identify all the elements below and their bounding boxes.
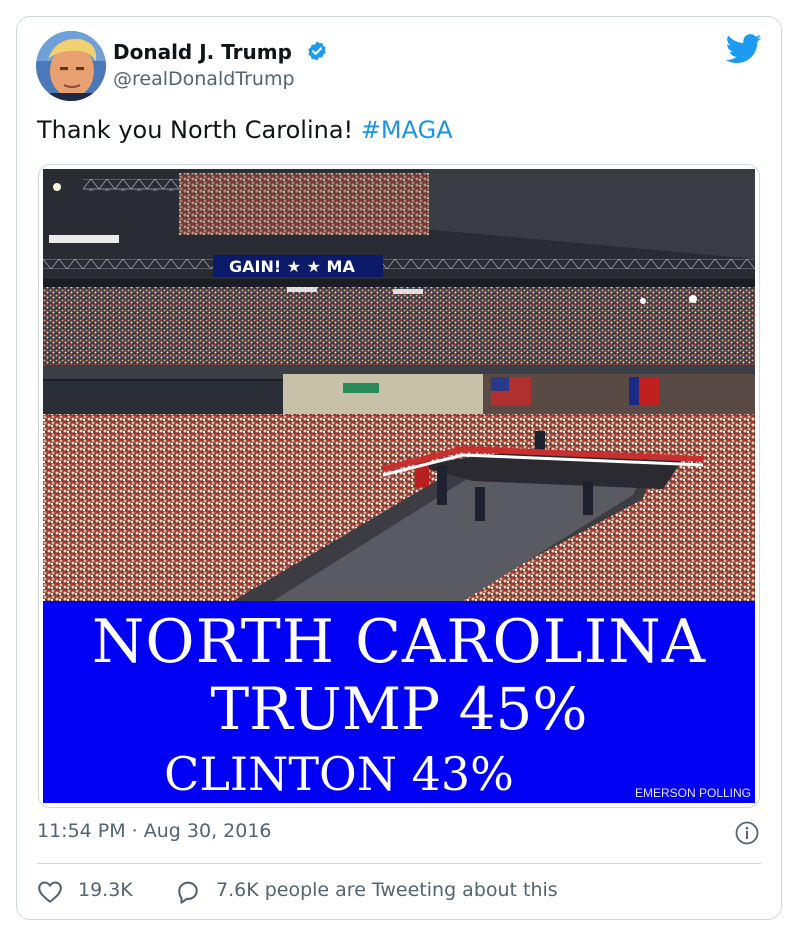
tweet-text: Thank you North Carolina! #MAGA (37, 116, 453, 144)
like-count[interactable]: 19.3K (78, 879, 133, 901)
author-name[interactable]: Donald J. Trump (113, 40, 292, 64)
speech-bubble-icon[interactable] (175, 879, 201, 905)
banner-state: NORTH CAROLINA (91, 607, 707, 677)
banner-clinton-result: CLINTON 43% (164, 747, 514, 801)
info-icon[interactable] (735, 821, 759, 845)
heart-icon[interactable] (37, 879, 63, 905)
banner-trump-result: TRUMP 45% (210, 675, 588, 743)
stage-sign-text: GAIN! ★ ★ MA (229, 257, 355, 276)
poll-banner: NORTH CAROLINA TRUMP 45% CLINTON 43% EME… (43, 601, 755, 803)
tweet-timestamp[interactable]: 11:54 PM · Aug 30, 2016 (37, 820, 272, 842)
hashtag-link[interactable]: #MAGA (361, 116, 453, 144)
tweet-body: Thank you North Carolina! (37, 116, 361, 144)
rally-arena-illustration: GAIN! ★ ★ MA (43, 169, 755, 601)
author-handle[interactable]: @realDonaldTrump (113, 68, 295, 90)
conversation-link[interactable]: 7.6K people are Tweeting about this (216, 879, 558, 901)
twitter-bird-icon[interactable] (726, 34, 762, 64)
poll-source-credit: EMERSON POLLING (634, 786, 751, 800)
avatar[interactable] (36, 31, 106, 101)
divider (37, 863, 761, 864)
verified-badge-icon (308, 41, 326, 61)
rally-photo: GAIN! ★ ★ MA (43, 169, 755, 601)
tweet-media[interactable]: GAIN! ★ ★ MA NORTH CAROLINA TRUMP 45% CL… (38, 164, 760, 808)
